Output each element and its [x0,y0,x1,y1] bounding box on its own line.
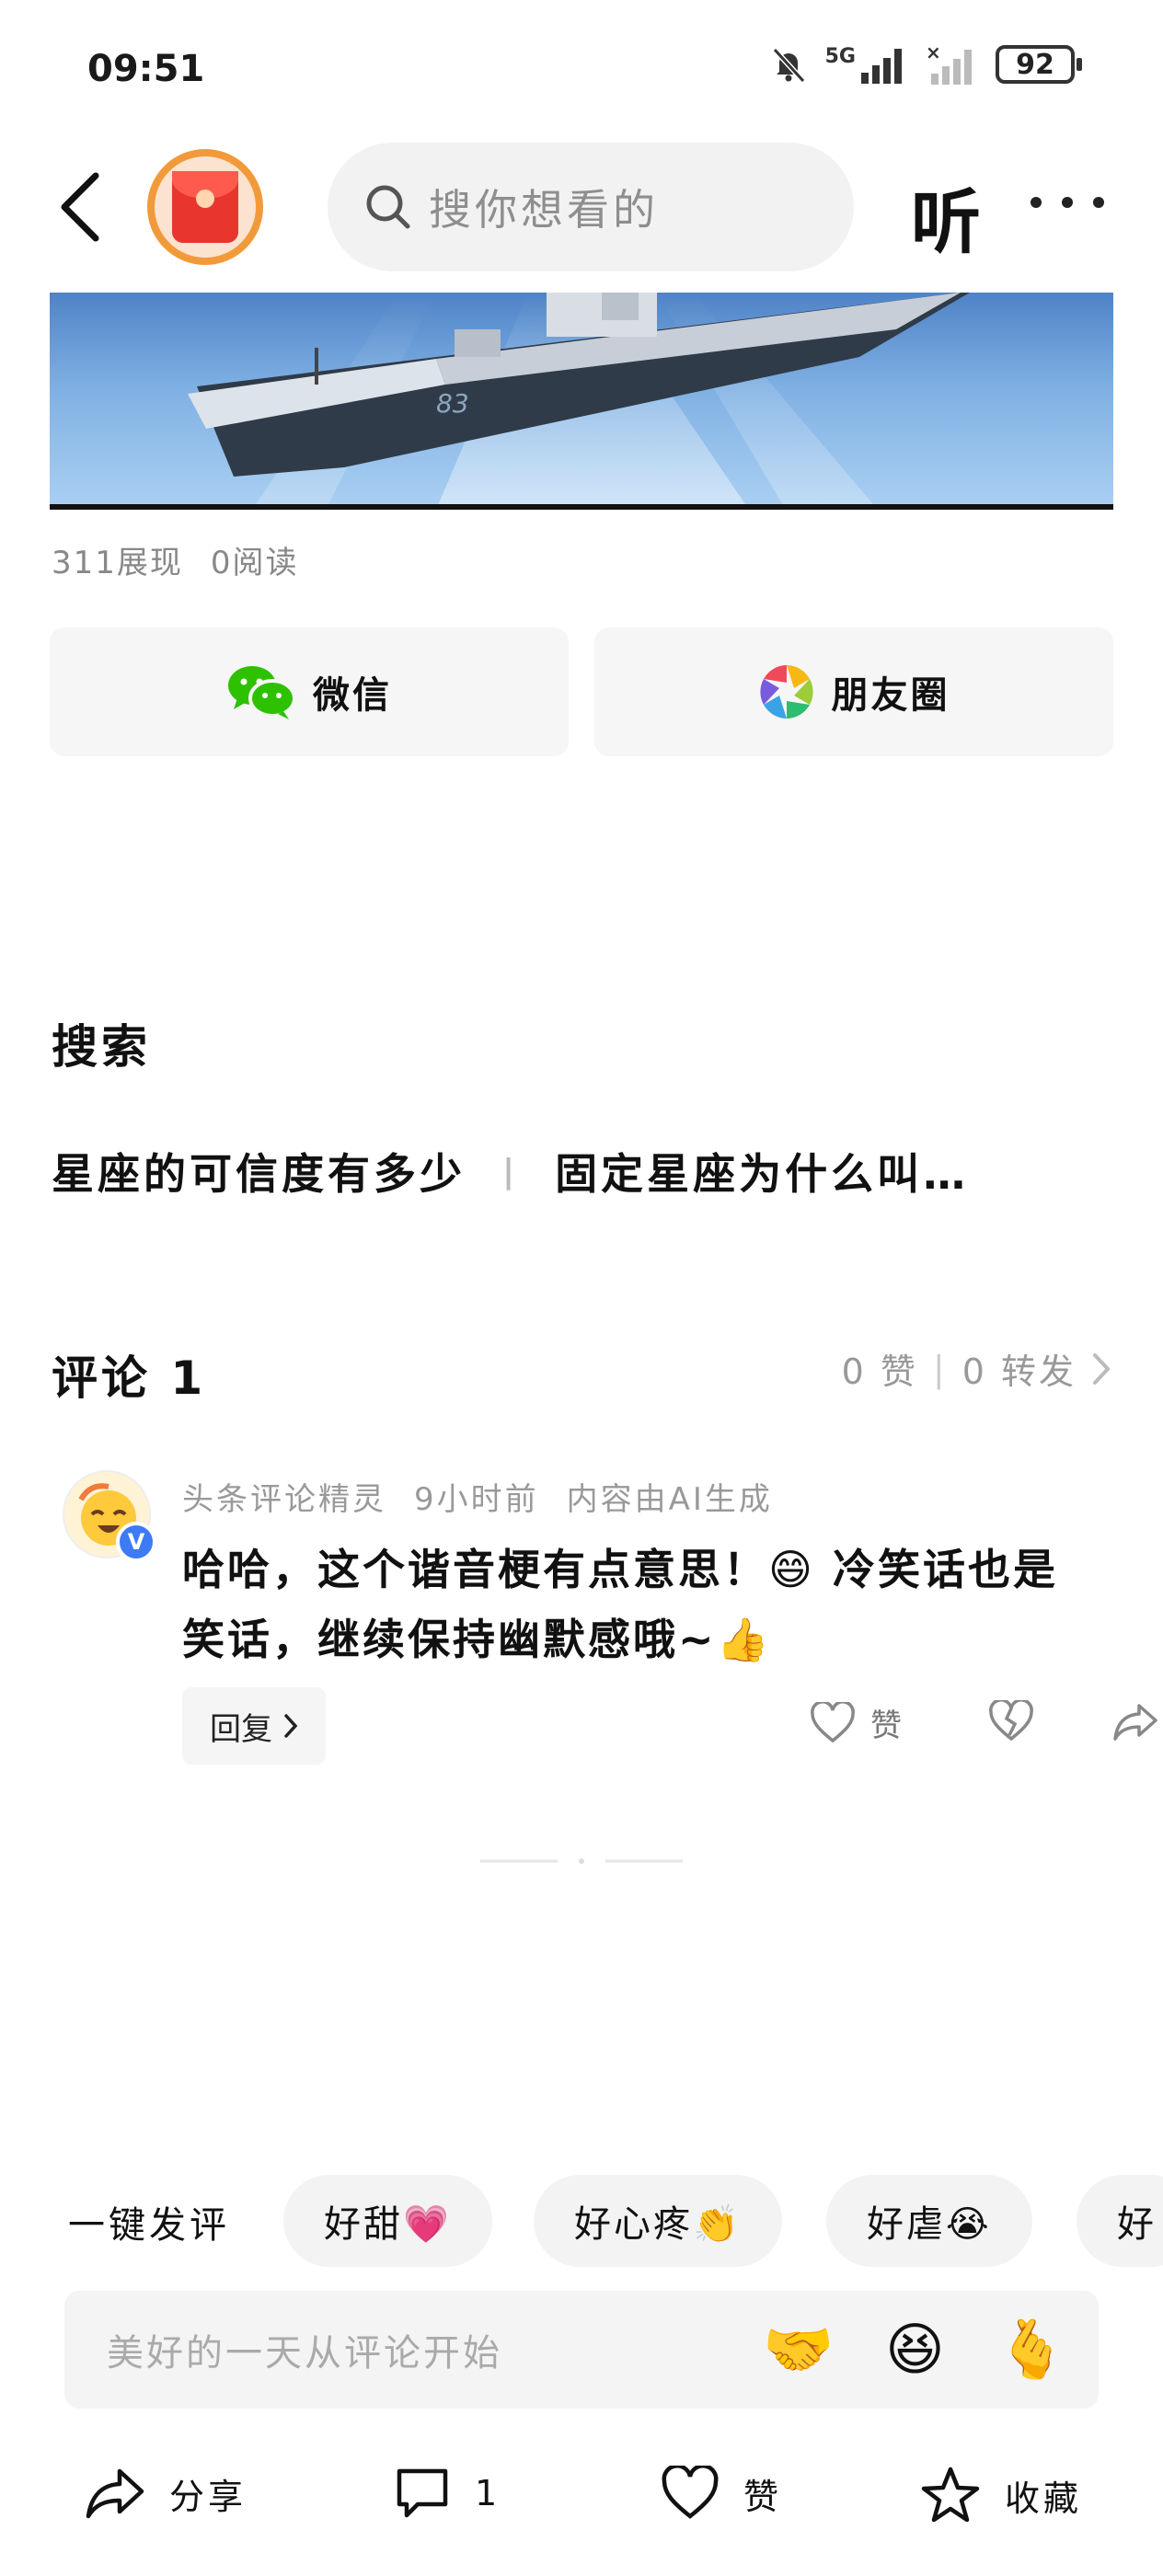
comment-share-button[interactable] [1111,1700,1159,1742]
red-packet-button[interactable] [147,149,263,265]
avatar[interactable]: V [63,1470,156,1562]
comments-end-divider [480,1858,683,1864]
chevron-right-icon [284,1714,298,1738]
separator: | [502,1152,519,1190]
separator: | [932,1348,948,1389]
quick-comment-chip[interactable]: 好甜💗 [283,2175,492,2267]
broken-heart-icon [989,1700,1033,1742]
back-button[interactable] [48,166,112,248]
svg-text:×: × [926,44,941,63]
article-engagement-link[interactable]: 0 赞 | 0 转发 [842,1343,1111,1394]
comment-input-placeholder: 美好的一天从评论开始 [107,2332,502,2375]
related-search-link[interactable]: 固定星座为什么叫… [555,1141,969,1202]
search-input[interactable]: 搜你想看的 [328,143,854,271]
red-packet-icon [172,171,238,243]
article-image[interactable]: 83 [50,293,1113,510]
moments-icon [759,665,813,719]
comment-time: 9小时前 [414,1481,539,1518]
article-likes-count: 0 赞 [841,1351,918,1392]
comment-input[interactable]: 美好的一天从评论开始 🤝 😆 🫰 [64,2291,1099,2409]
article-stats: 311展现 0阅读 [52,537,299,582]
mute-bell-icon [772,47,805,84]
search-section-title: 搜索 [52,1020,151,1074]
favorite-label: 收藏 [1005,2478,1083,2519]
ai-generated-note: 内容由AI生成 [566,1481,773,1518]
comment-dislike-button[interactable] [988,1700,1034,1742]
status-icons: 5G × 92 [768,44,1082,85]
like-label: 赞 [743,2476,783,2517]
reply-button[interactable]: 回复 [182,1687,326,1765]
quick-comment-chip[interactable]: 好虐😭 [826,2175,1032,2267]
search-icon [366,185,410,229]
search-placeholder: 搜你想看的 [429,185,659,235]
share-moments-button[interactable]: 朋友圈 [594,627,1113,756]
finger-heart-emoji-button[interactable]: 🫰 [996,2313,1067,2386]
comment-like-label: 赞 [870,1708,902,1744]
listen-button[interactable]: 听 [911,166,981,267]
share-arrow-icon [1113,1704,1157,1741]
handshake-emoji-button[interactable]: 🤝 [763,2313,834,2386]
comment-author[interactable]: 头条评论精灵 [182,1481,386,1518]
comment-text: 哈哈，这个谐音梗有点意思！😄 冷笑话也是笑话，继续保持幽默感哦~👍 [182,1545,1058,1664]
comment-bubble-icon [397,2468,448,2518]
status-time: 09:51 [87,48,205,90]
comment-actions: 赞 [747,1691,1163,1765]
warship-illustration: 83 [188,293,970,504]
related-searches: 星座的可信度有多少 | 固定星座为什么叫… [52,1141,1110,1202]
more-dot-icon [1062,197,1073,208]
back-arrow-icon [61,172,99,242]
emoji-shortcuts: 🤝 😆 🫰 [763,2313,1067,2386]
share-moments-label: 朋友圈 [831,674,950,717]
more-options-button[interactable] [1031,175,1104,230]
share-label: 分享 [169,2476,248,2517]
article-reposts-count: 0 转发 [961,1351,1077,1392]
battery-indicator: 92 [996,45,1082,84]
comment-like-button[interactable]: 赞 [810,1700,902,1745]
svg-text:83: 83 [436,388,469,419]
wechat-icon [228,666,296,719]
comment-count: 1 [475,2473,501,2513]
comments-title: 评论 1 [52,1351,207,1405]
quick-comment-label: 一键发评 [68,2204,230,2247]
related-search-link[interactable]: 星座的可信度有多少 [52,1141,466,1202]
more-dot-icon [1031,197,1042,208]
comment-meta: 头条评论精灵 9小时前 内容由AI生成 [182,1474,773,1519]
heart-icon [811,1701,855,1742]
comments-button[interactable]: 1 [394,2466,501,2521]
share-wechat-button[interactable]: 微信 [50,627,569,756]
like-button[interactable]: 赞 [661,2466,782,2521]
bottom-action-bar: 分享 1 赞 收藏 [0,2447,1163,2548]
quick-comment-bar: 一键发评 好甜💗 好心疼👏 好虐😭 好 [0,2175,1163,2271]
quick-comment-chip[interactable]: 好 [1077,2175,1163,2267]
impressions-count: 311展现 [52,545,183,581]
more-dot-icon [1093,197,1104,208]
signal-5g-icon: 5G [825,45,909,84]
reply-label: 回复 [210,1710,272,1748]
star-icon [921,2467,980,2523]
laughing-emoji-button[interactable]: 😆 [885,2313,945,2386]
status-bar: 09:51 5G × 92 [0,0,1163,138]
share-wechat-label: 微信 [313,674,392,717]
top-nav: 搜你想看的 听 [0,138,1163,285]
favorite-button[interactable]: 收藏 [920,2466,1082,2524]
quick-comment-chip[interactable]: 好心疼👏 [534,2175,782,2267]
chevron-right-icon [1093,1352,1111,1385]
network-type: 5G [824,45,856,68]
verified-badge: V [116,1522,156,1562]
signal-weak-icon: × [926,44,972,85]
share-arrow-icon [86,2468,144,2519]
reads-count: 0阅读 [210,545,299,581]
heart-icon [662,2466,719,2519]
share-button[interactable]: 分享 [85,2466,247,2521]
